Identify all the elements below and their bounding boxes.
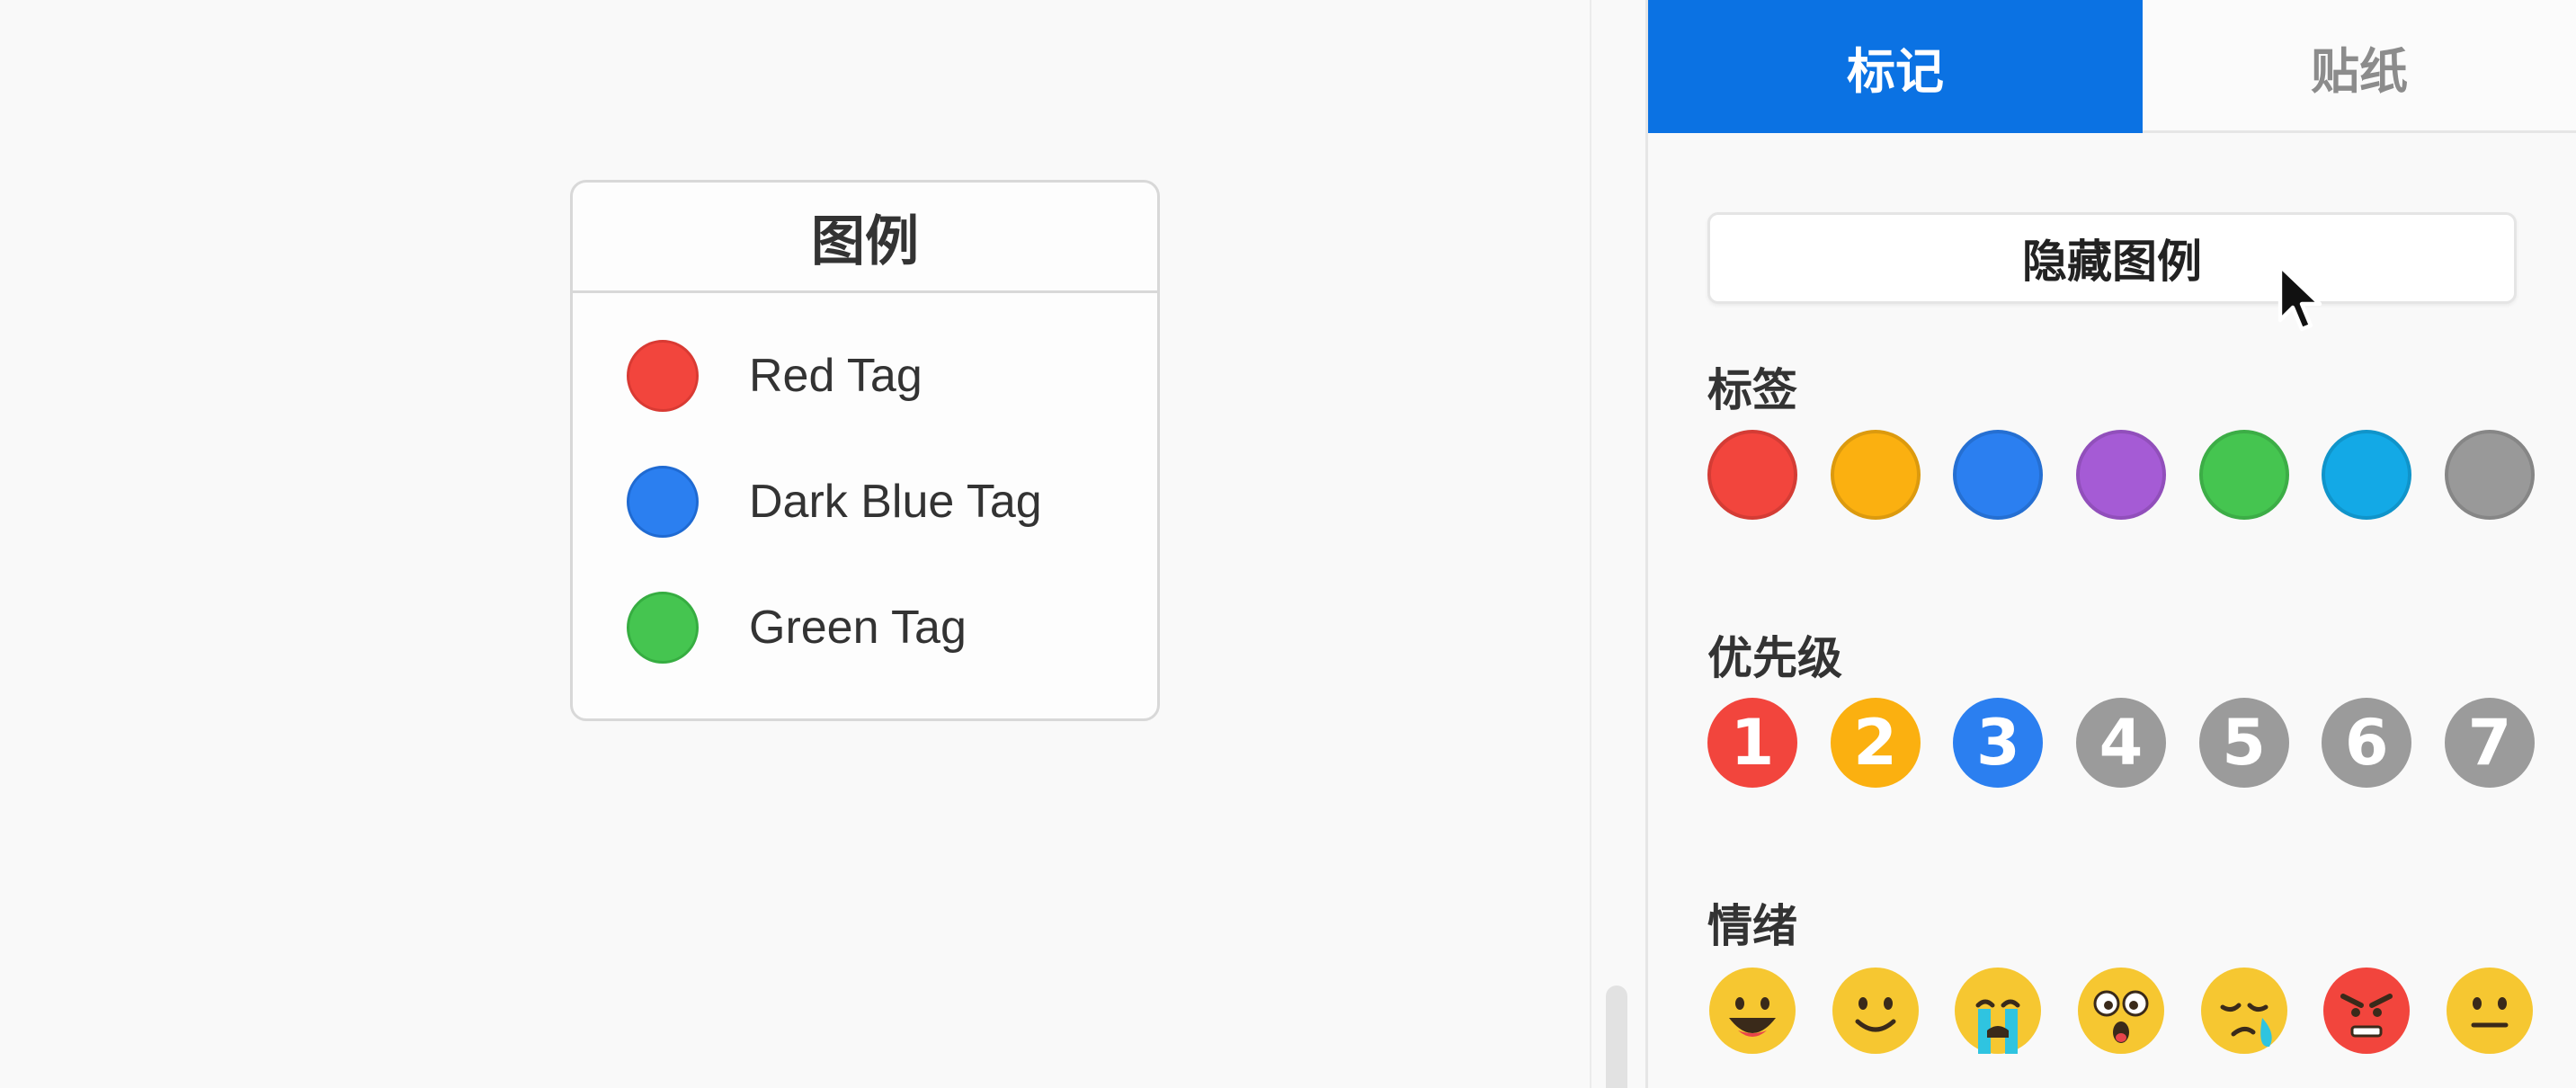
emotion-section-label: 情绪 [1707, 900, 1797, 952]
neutral-face-icon[interactable] [2445, 966, 2535, 1056]
priority-4-icon[interactable]: 4 [2075, 698, 2166, 788]
grinning-face-icon[interactable] [1707, 966, 1797, 1056]
legend-row: Dark Blue Tag [573, 439, 1157, 565]
hide-legend-button[interactable]: 隐藏图例 [1707, 212, 2517, 304]
tab-markers[interactable]: 标记 [1648, 0, 2143, 133]
tag-color-swatch[interactable] [1953, 430, 2044, 520]
priority-3-icon[interactable]: 3 [1953, 698, 2044, 788]
tag-color-row [1707, 430, 2535, 523]
panel-tabs: 标记 贴纸 [1648, 0, 2576, 133]
legend-box[interactable]: 图例 Red Tag Dark Blue Tag Green Tag [570, 180, 1160, 721]
tag-color-swatch[interactable] [1830, 430, 1921, 520]
tag-color-swatch[interactable] [2444, 430, 2535, 520]
emotion-row [1707, 966, 2535, 1059]
tag-color-swatch[interactable] [1707, 430, 1797, 520]
legend-row: Green Tag [573, 565, 1157, 691]
tab-stickers[interactable]: 贴纸 [2143, 0, 2576, 133]
legend-row: Red Tag [573, 313, 1157, 439]
mind-map-canvas[interactable]: 图例 Red Tag Dark Blue Tag Green Tag [0, 0, 1590, 1088]
tag-color-swatch[interactable] [2198, 430, 2289, 520]
marker-panel: 标记 贴纸 隐藏图例 标签 优先级 1234567 情绪 [1645, 0, 2576, 1088]
legend-color-dot [627, 592, 699, 664]
priority-7-icon[interactable]: 7 [2444, 698, 2535, 788]
legend-color-dot [627, 466, 699, 538]
angry-face-icon[interactable] [2322, 966, 2411, 1056]
legend-label: Dark Blue Tag [749, 476, 1042, 528]
canvas-divider [1590, 0, 1591, 1088]
priority-5-icon[interactable]: 5 [2198, 698, 2289, 788]
smiling-face-icon[interactable] [1831, 966, 1921, 1056]
tag-color-swatch[interactable] [2075, 430, 2166, 520]
legend-list: Red Tag Dark Blue Tag Green Tag [573, 293, 1157, 691]
priority-1-icon[interactable]: 1 [1707, 698, 1797, 788]
priority-2-icon[interactable]: 2 [1830, 698, 1921, 788]
vertical-scrollbar[interactable] [1606, 985, 1627, 1088]
priority-6-icon[interactable]: 6 [2322, 698, 2412, 788]
tag-color-swatch[interactable] [2322, 430, 2412, 520]
priority-row: 1234567 [1707, 698, 2535, 791]
legend-color-dot [627, 340, 699, 412]
crying-face-icon[interactable] [1953, 966, 2043, 1056]
priority-section-label: 优先级 [1707, 632, 1842, 684]
legend-label: Green Tag [749, 602, 967, 654]
tags-section-label: 标签 [1707, 364, 1797, 416]
astonished-face-icon[interactable] [2076, 966, 2166, 1056]
legend-title: 图例 [573, 183, 1157, 293]
sad-tear-face-icon[interactable] [2199, 966, 2289, 1056]
mouse-pointer-icon [2277, 263, 2322, 332]
legend-label: Red Tag [749, 350, 923, 402]
